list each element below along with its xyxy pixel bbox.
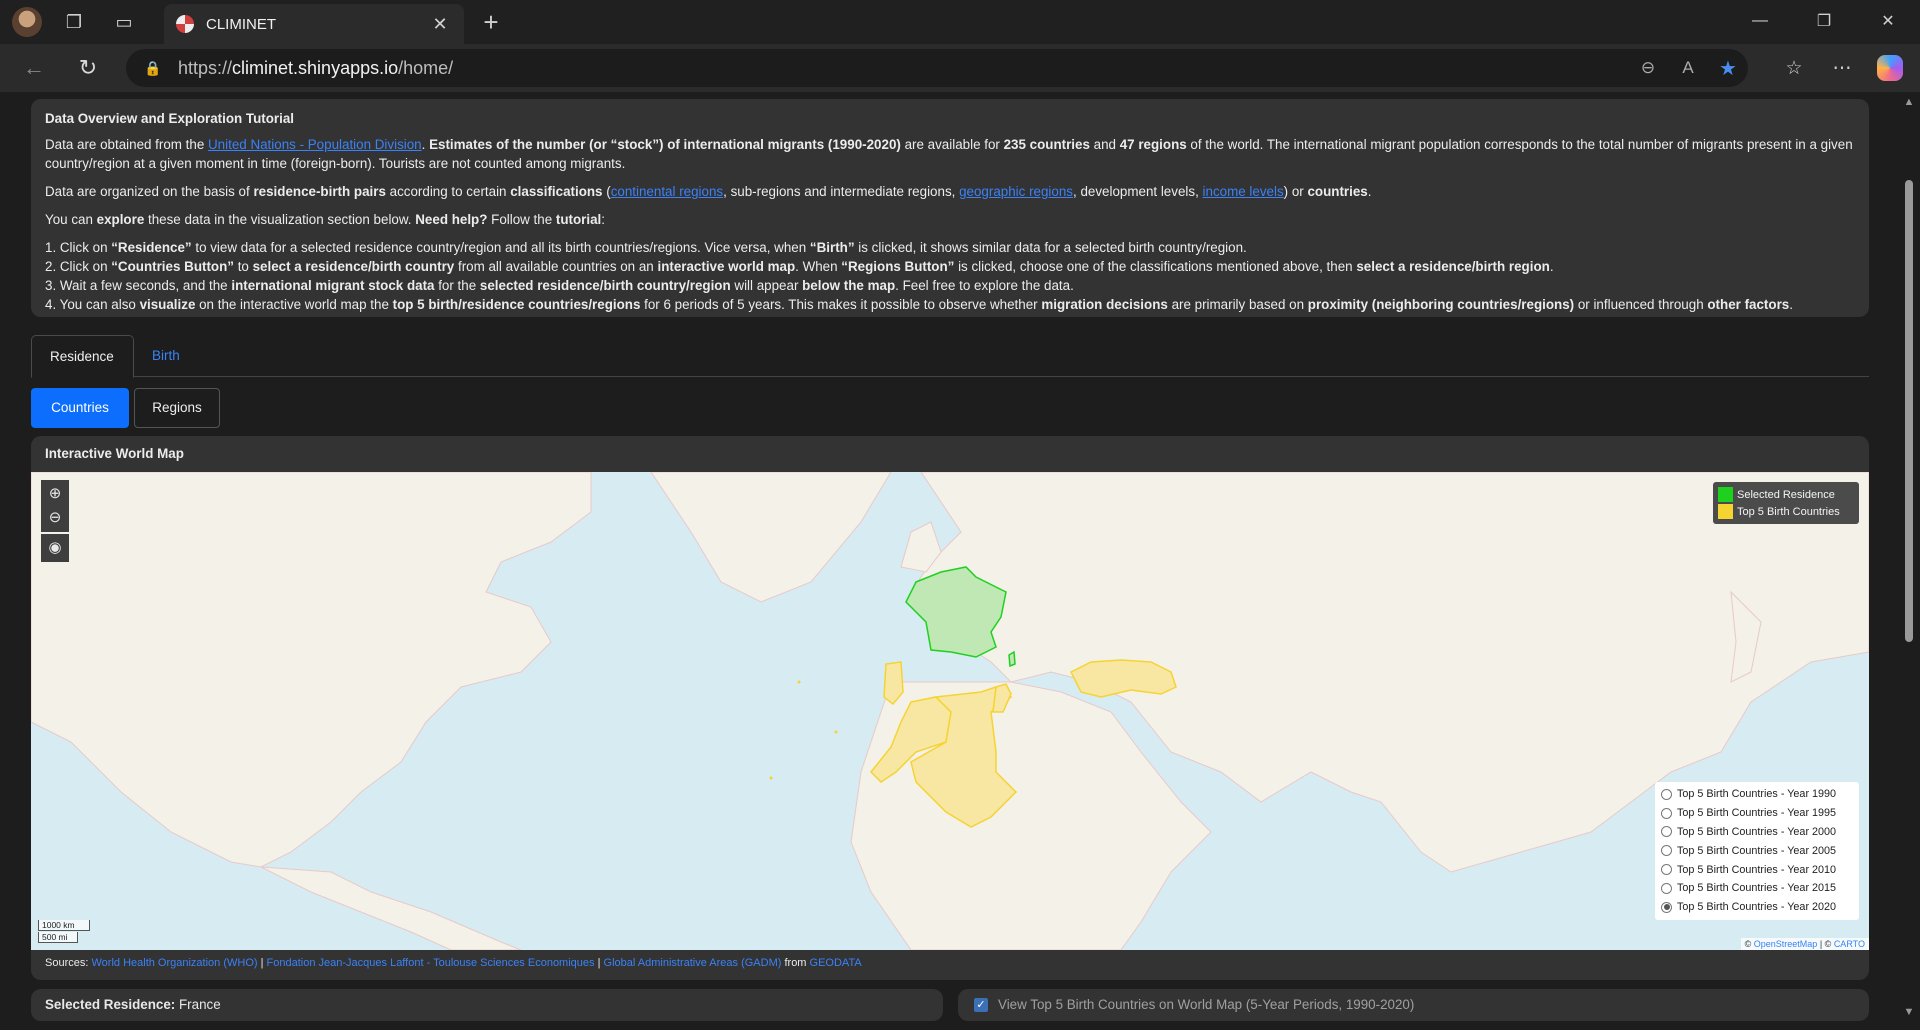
map-sources: Sources: World Health Organization (WHO)… [45,957,862,969]
scroll-up-arrow-icon[interactable]: ▲ [1903,96,1915,108]
tab-birth[interactable]: Birth [134,335,198,378]
top5-toggle-panel[interactable]: ✓ View Top 5 Birth Countries on World Ma… [958,989,1869,1021]
tutorial-step-3: 3. Wait a few seconds, and the internati… [45,278,1074,293]
refresh-button[interactable]: ↻ [68,48,108,88]
tutorial-step-1: 1. Click on “Residence” to view data for… [45,240,1247,255]
copilot-icon [1877,55,1903,81]
window-controls: ― ❐ ✕ [1728,0,1920,42]
un-population-link[interactable]: United Nations - Population Division [208,137,422,152]
restore-button[interactable]: ❐ [1792,0,1856,42]
cape-verde-marker [769,776,773,780]
selected-residence-panel: Selected Residence: France [31,989,943,1021]
year-option-2005[interactable]: Top 5 Birth Countries - Year 2005 [1661,841,1853,860]
favorites-icon[interactable]: ☆ [1770,48,1818,88]
lock-icon[interactable]: 🔒 [144,60,161,76]
radio-button[interactable] [1661,845,1672,857]
browser-tab-strip: ❐ ▭ CLIMINET ✕ + ― ❐ ✕ [0,0,1920,44]
new-tab-button[interactable]: + [474,6,508,40]
tutorial-paragraph-explore: You can explore these data in the visual… [45,212,606,227]
year-option-2020[interactable]: Top 5 Birth Countries - Year 2020 [1661,898,1853,917]
site-favicon-icon [176,15,194,33]
map-attribution: © OpenStreetMap | © CARTO [1740,938,1869,950]
tab-title: CLIMINET [206,15,277,33]
income-levels-link[interactable]: income levels [1203,184,1284,199]
interactive-world-map[interactable]: ⊕ ⊖ ◉ Selected Residence Top 5 Birth Cou… [31,472,1869,950]
legend-top5-birth: Top 5 Birth Countries [1718,503,1854,520]
close-window-button[interactable]: ✕ [1856,0,1920,42]
world-map-card: Interactive World Map ⊕ ⊖ ◉ Selected Res… [31,436,1869,980]
workspaces-icon[interactable]: ❐ [56,4,92,40]
more-menu-icon[interactable]: ⋯ [1818,48,1866,88]
browser-tab-climinet[interactable]: CLIMINET ✕ [164,4,464,44]
gadm-link[interactable]: Global Administrative Areas (GADM) [604,957,782,969]
zoom-out-indicator-icon[interactable]: ⊖ [1628,58,1668,78]
residence-birth-tabs: Residence Birth [31,335,1869,378]
map-legend: Selected Residence Top 5 Birth Countries [1713,482,1859,524]
scale-km: 1000 km [38,920,90,931]
radio-button[interactable] [1661,864,1672,876]
who-link[interactable]: World Health Organization (WHO) [91,957,257,969]
scroll-thumb[interactable] [1905,180,1913,642]
scale-mi: 500 mi [38,932,78,943]
profile-avatar[interactable] [12,7,42,37]
favorite-star-icon[interactable]: ★ [1708,56,1748,81]
continental-regions-link[interactable]: continental regions [611,184,723,199]
tutorial-title: Data Overview and Exploration Tutorial [45,111,295,126]
geodata-link[interactable]: GEODATA [810,957,862,969]
jean-jacques-laffont-link[interactable]: Fondation Jean-Jacques Laffont - Toulous… [267,957,595,969]
radio-button[interactable] [1661,882,1672,894]
osm-link[interactable]: OpenStreetMap [1754,939,1818,949]
checkbox-checked-icon[interactable]: ✓ [974,998,988,1012]
page-scrollbar[interactable]: ▲ ▼ [1898,92,1920,1030]
carto-link[interactable]: CARTO [1834,939,1865,949]
web-page: Data Overview and Exploration Tutorial D… [0,92,1920,1030]
corsica-selected-region [1008,650,1016,668]
scroll-down-arrow-icon[interactable]: ▼ [1903,1006,1915,1018]
north-america-landmass [31,472,592,868]
south-america-landmass [260,866,522,950]
radio-button[interactable] [1661,788,1672,800]
back-button[interactable]: ← [14,48,54,88]
minimize-button[interactable]: ― [1728,0,1792,42]
tab-residence[interactable]: Residence [31,335,134,378]
canary-islands-marker [834,730,838,734]
greenland-landmass [650,472,892,603]
address-bar-row: ← ↻ 🔒 https://climinet.shinyapps.io/home… [0,44,1920,92]
top5-toggle-label: View Top 5 Birth Countries on World Map … [998,997,1415,1012]
radio-button-selected[interactable] [1661,901,1672,913]
year-layer-selector: Top 5 Birth Countries - Year 1990 Top 5 … [1655,782,1859,920]
legend-swatch-green [1718,487,1733,502]
url-field[interactable]: 🔒 https://climinet.shinyapps.io/home/ ⊖ … [126,49,1748,87]
legend-swatch-yellow [1718,504,1733,519]
reset-view-globe-icon[interactable]: ◉ [41,534,69,562]
radio-button[interactable] [1661,807,1672,819]
url-text: https://climinet.shinyapps.io/home/ [178,57,454,78]
year-option-2000[interactable]: Top 5 Birth Countries - Year 2000 [1661,823,1853,842]
map-card-title: Interactive World Map [45,446,184,461]
zoom-out-icon[interactable]: ⊖ [41,504,69,532]
selected-residence-label: Selected Residence: [45,997,176,1012]
copilot-button[interactable] [1866,48,1914,88]
year-option-2015[interactable]: Top 5 Birth Countries - Year 2015 [1661,879,1853,898]
year-option-1990[interactable]: Top 5 Birth Countries - Year 1990 [1661,785,1853,804]
tutorial-step-4: 4. You can also visualize on the interac… [45,297,1793,312]
tutorial-card: Data Overview and Exploration Tutorial D… [31,99,1869,317]
radio-button[interactable] [1661,826,1672,838]
read-aloud-icon[interactable]: A [1668,58,1708,78]
legend-selected-residence: Selected Residence [1718,486,1854,503]
tutorial-paragraph-source: Data are obtained from the United Nation… [45,137,1853,171]
tutorial-step-2: 2. Click on “Countries Button” to select… [45,259,1554,274]
geographic-regions-link[interactable]: geographic regions [959,184,1073,199]
tutorial-paragraph-classifications: Data are organized on the basis of resid… [45,184,1372,199]
year-option-2010[interactable]: Top 5 Birth Countries - Year 2010 [1661,860,1853,879]
year-option-1995[interactable]: Top 5 Birth Countries - Year 1995 [1661,804,1853,823]
close-tab-icon[interactable]: ✕ [428,14,452,35]
selected-residence-value: France [178,997,221,1012]
map-basemap [31,472,1869,950]
tab-actions-icon[interactable]: ▭ [106,4,142,40]
madeira-marker [797,680,801,684]
countries-button[interactable]: Countries [31,388,129,428]
regions-button[interactable]: Regions [134,388,220,428]
